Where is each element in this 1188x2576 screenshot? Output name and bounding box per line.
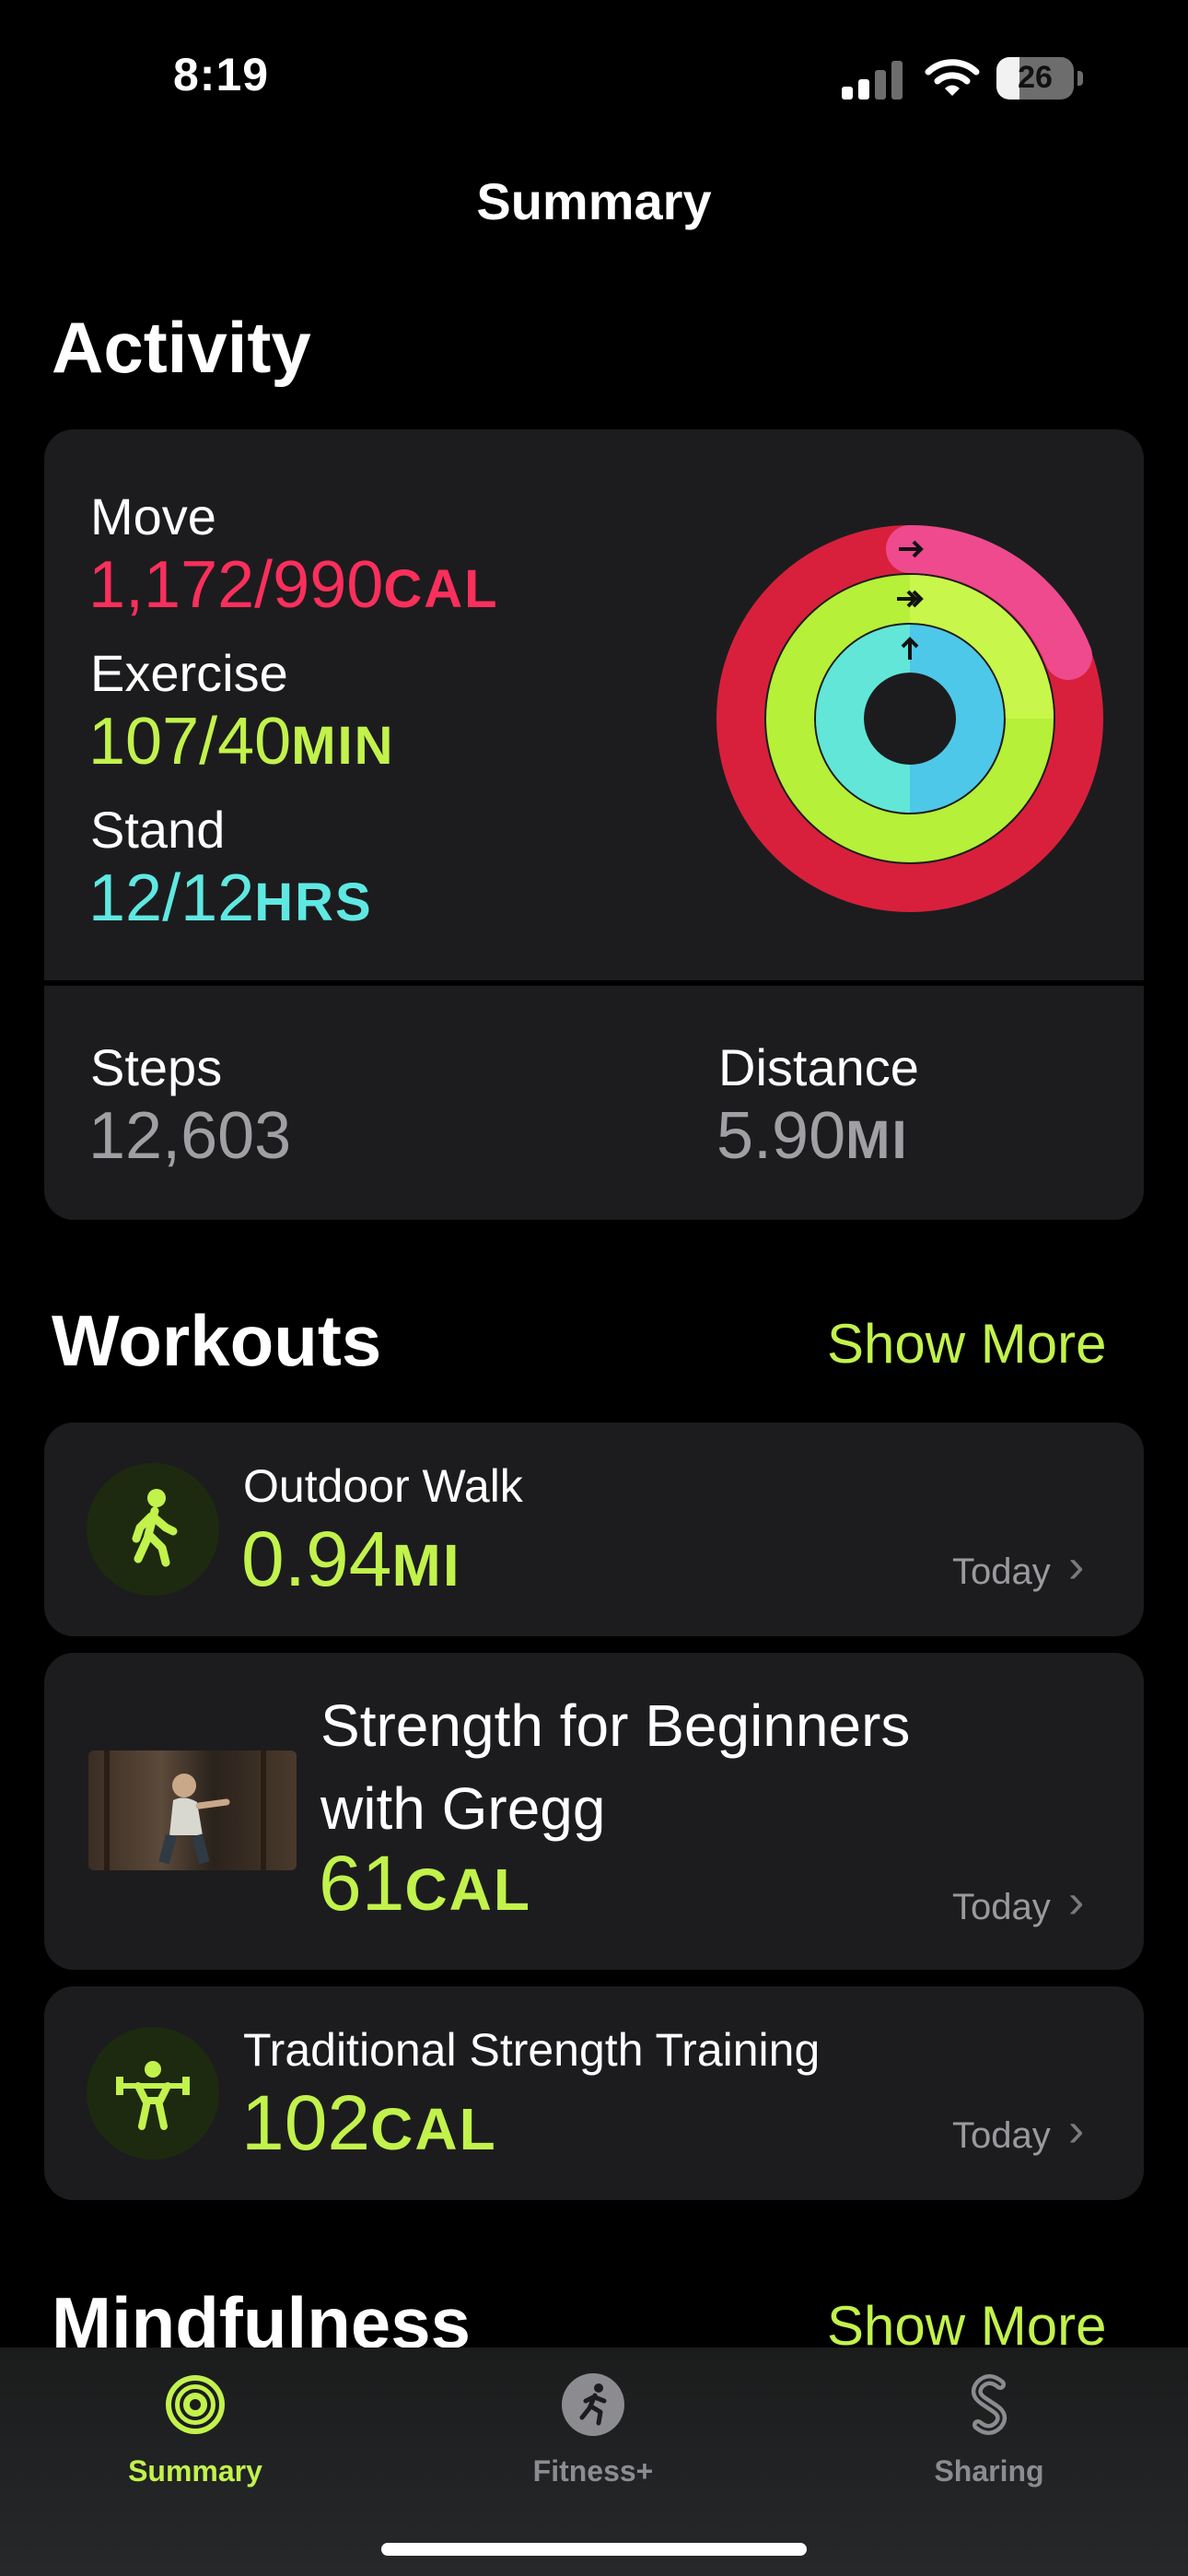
workout-title: Outdoor Walk [243, 1460, 523, 1512]
workouts-show-more-link[interactable]: Show More [827, 1312, 1106, 1376]
weightlifter-icon [87, 2027, 219, 2160]
workout-value: 61CAL [319, 1840, 531, 1926]
workouts-section-title: Workouts [52, 1300, 382, 1381]
steps-value: 12,603 [88, 1099, 292, 1173]
workout-date: Today [952, 2115, 1051, 2156]
battery-level: 26 [1018, 60, 1053, 95]
sharing-icon [971, 2374, 1007, 2435]
activity-section-title: Activity [52, 307, 311, 388]
activity-rings-icon [166, 2375, 225, 2434]
stand-value: 12/12HRS [88, 861, 373, 935]
move-label: Move [90, 487, 216, 545]
exercise-value: 107/40MIN [88, 705, 395, 779]
tab-label: Summary [128, 2454, 262, 2488]
workout-row[interactable]: Traditional Strength Training 102CAL Tod… [44, 1986, 1144, 2200]
workout-thumbnail [88, 1751, 297, 1870]
workout-date: Today [952, 1887, 1051, 1927]
card-divider [44, 980, 1144, 986]
wifi-icon [925, 59, 980, 96]
tab-label: Sharing [934, 2454, 1044, 2488]
workout-value: 102CAL [241, 2079, 497, 2166]
running-figure-icon [562, 2373, 624, 2436]
distance-value: 5.90MI [716, 1099, 909, 1173]
activity-card[interactable]: Move 1,172/990CAL Exercise 107/40MIN Sta… [44, 429, 1144, 1220]
tab-fitness-plus[interactable]: Fitness+ [455, 2364, 731, 2488]
distance-label: Distance [718, 1038, 919, 1096]
tab-label: Fitness+ [532, 2454, 654, 2488]
exercise-label: Exercise [90, 644, 288, 702]
home-indicator [381, 2543, 807, 2556]
chevron-right-icon: › [1068, 1875, 1085, 1928]
status-time: 8:19 [173, 49, 270, 100]
move-value: 1,172/990CAL [88, 548, 499, 622]
workout-date: Today [952, 1551, 1051, 1592]
stand-label: Stand [90, 801, 226, 859]
chevron-right-icon: › [1068, 2103, 1085, 2157]
workout-value: 0.94MI [241, 1516, 461, 1602]
workout-title: Strength for Beginners with Gregg [320, 1692, 911, 1842]
walking-figure-icon [87, 1463, 219, 1596]
tab-sharing[interactable]: Sharing [851, 2364, 1127, 2488]
tab-summary[interactable]: Summary [57, 2364, 333, 2488]
workout-title: Traditional Strength Training [243, 2024, 821, 2076]
cellular-signal-icon [842, 61, 903, 100]
workout-row[interactable]: Outdoor Walk 0.94MI Today › [44, 1423, 1144, 1636]
steps-label: Steps [90, 1038, 223, 1096]
chevron-right-icon: › [1068, 1540, 1085, 1593]
activity-rings-icon [716, 525, 1103, 912]
workout-row[interactable]: Strength for Beginners with Gregg 61CAL … [44, 1653, 1144, 1970]
battery-icon: 26 [996, 57, 1085, 100]
page-title: Summary [476, 172, 712, 230]
tab-bar: Summary Fitness+ Sharing [0, 2348, 1188, 2576]
